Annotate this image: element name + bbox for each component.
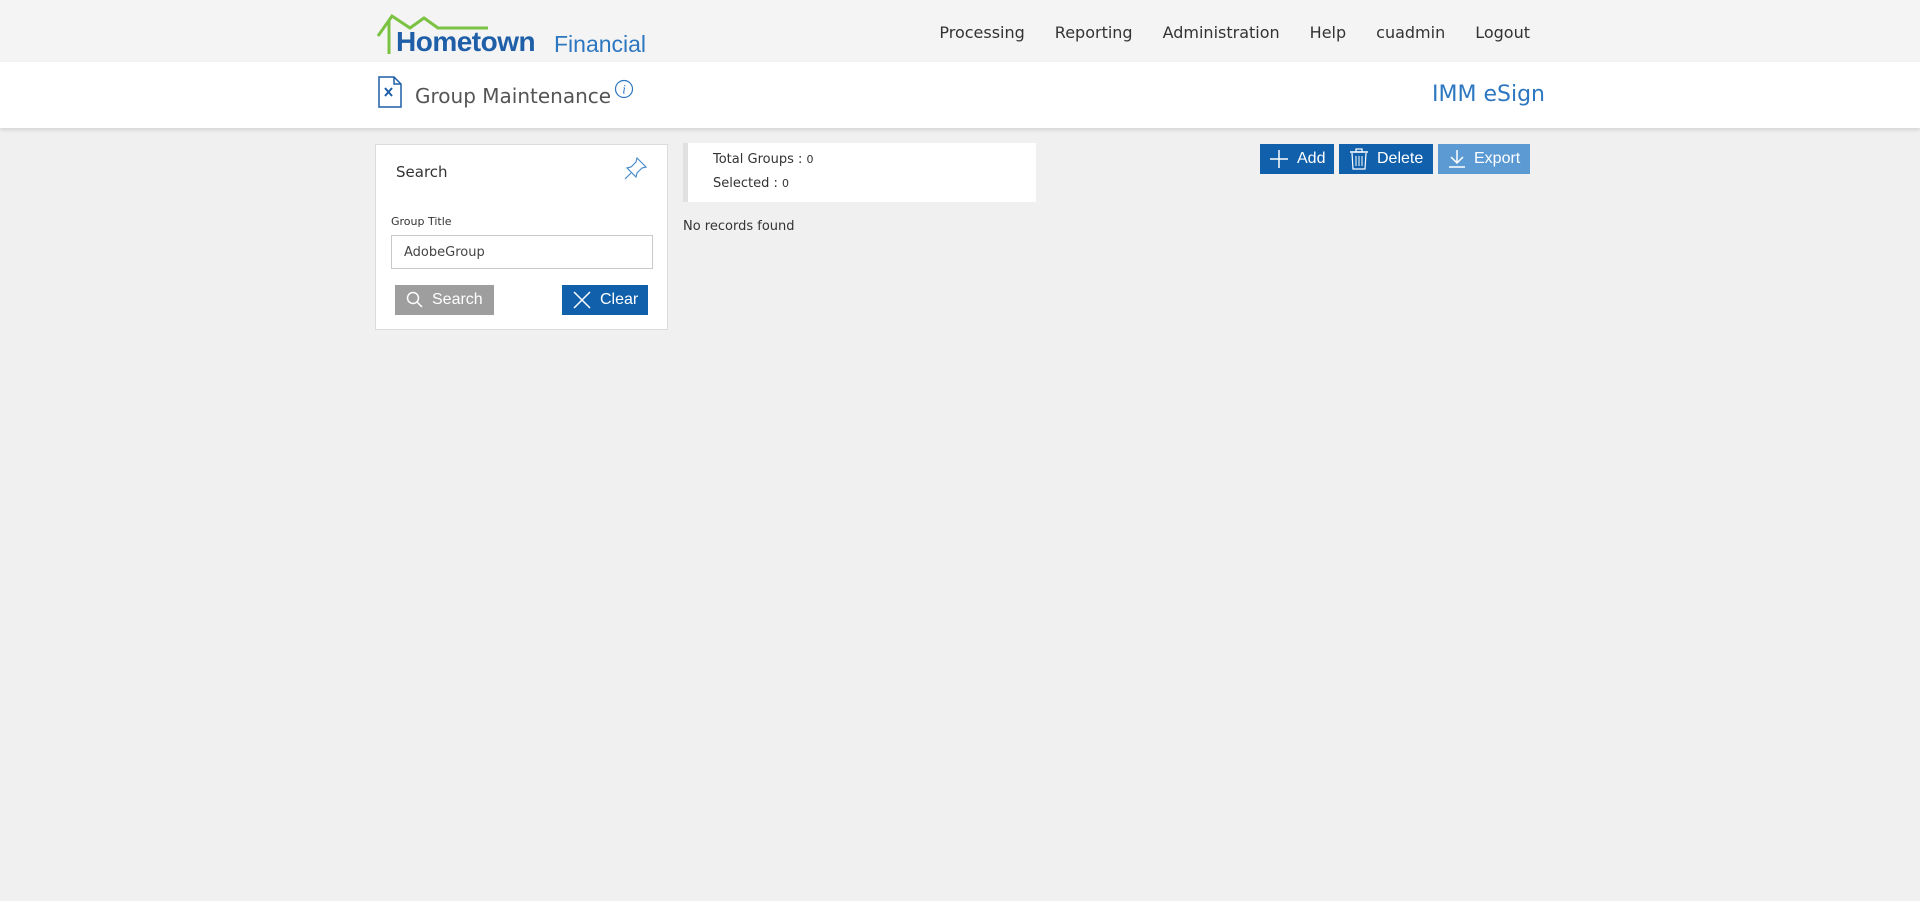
hometown-financial-logo[interactable]: Hometown Financial — [376, 10, 646, 58]
clear-button[interactable]: Clear — [562, 285, 648, 315]
search-panel-title: Search — [396, 163, 448, 181]
app-name: IMM eSign — [1432, 82, 1545, 107]
nav-reporting[interactable]: Reporting — [1055, 23, 1133, 42]
search-button-label: Search — [432, 291, 483, 308]
delete-button-label: Delete — [1377, 150, 1424, 167]
main-nav: Processing Reporting Administration Help… — [909, 23, 1530, 42]
top-navigation-bar: Hometown Financial Processing Reporting … — [0, 0, 1920, 62]
add-button[interactable]: Add — [1260, 144, 1334, 174]
nav-processing[interactable]: Processing — [939, 23, 1024, 42]
nav-logout[interactable]: Logout — [1475, 23, 1530, 42]
plus-icon — [1270, 150, 1288, 168]
export-button-label: Export — [1474, 150, 1521, 167]
nav-help[interactable]: Help — [1310, 23, 1346, 42]
brand-name: Hometown — [396, 26, 536, 57]
group-title-label: Group Title — [391, 215, 452, 228]
pin-icon[interactable] — [623, 155, 649, 181]
group-title-input[interactable] — [391, 235, 653, 269]
download-icon — [1449, 150, 1465, 168]
clear-button-label: Clear — [600, 291, 639, 308]
no-records-message: No records found — [683, 219, 795, 234]
selected-count: Selected : 0 — [713, 176, 789, 191]
page-header: Group Maintenance i IMM eSign — [0, 62, 1920, 128]
total-groups-label: Total Groups : — [713, 152, 807, 167]
page-title: Group Maintenance — [415, 84, 612, 108]
trash-icon — [1350, 148, 1368, 170]
svg-text:i: i — [622, 82, 626, 97]
brand-subtitle: Financial — [554, 31, 647, 57]
totals-summary: Total Groups : 0 Selected : 0 — [683, 143, 1036, 202]
info-icon[interactable]: i — [614, 79, 634, 99]
nav-administration[interactable]: Administration — [1163, 23, 1280, 42]
search-icon — [406, 291, 423, 308]
search-panel: Search Group Title Search Clear — [375, 144, 668, 330]
selected-value: 0 — [782, 177, 789, 190]
total-groups: Total Groups : 0 — [713, 152, 814, 167]
total-groups-value: 0 — [806, 153, 814, 166]
group-document-icon — [378, 76, 402, 108]
selected-label: Selected : — [713, 176, 782, 191]
close-icon — [573, 291, 591, 309]
nav-user[interactable]: cuadmin — [1376, 23, 1445, 42]
delete-button[interactable]: Delete — [1339, 144, 1433, 174]
search-button[interactable]: Search — [395, 285, 494, 315]
export-button[interactable]: Export — [1438, 144, 1530, 174]
add-button-label: Add — [1297, 150, 1326, 167]
